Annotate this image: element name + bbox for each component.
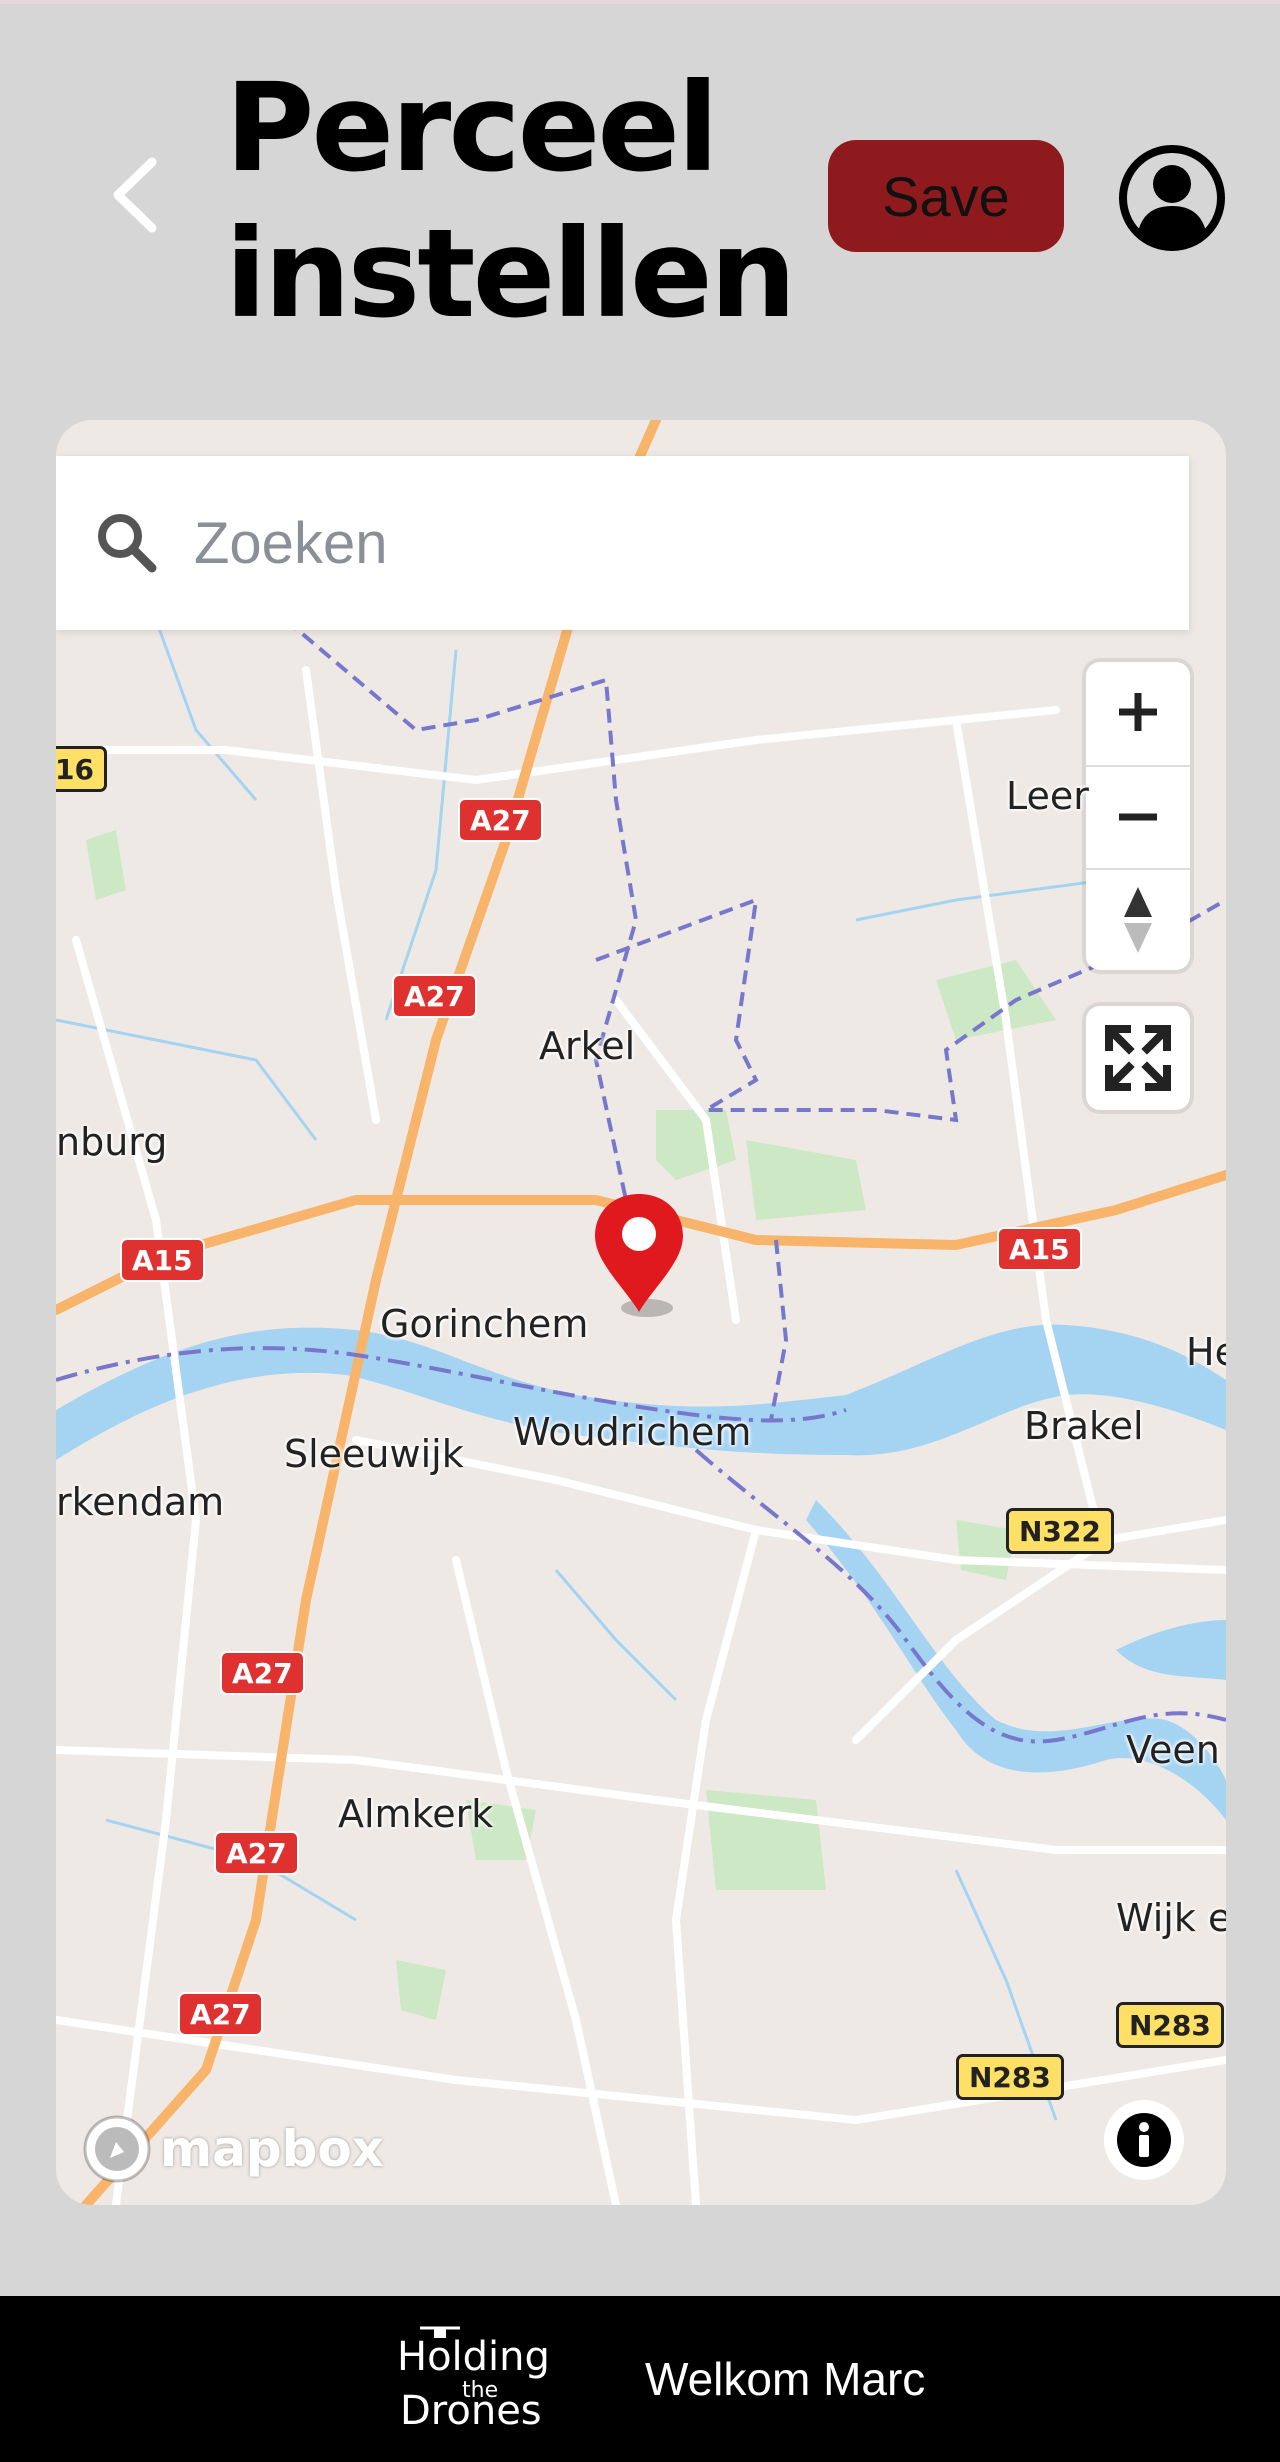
road-shield: N283	[956, 2054, 1064, 2100]
plus-icon	[1119, 693, 1157, 731]
mapbox-icon	[83, 2115, 151, 2183]
minus-icon	[1119, 813, 1157, 821]
fullscreen-icon	[1105, 1025, 1171, 1091]
road-shield: N322	[1006, 1508, 1114, 1554]
info-icon	[1117, 2113, 1171, 2167]
map-search-bar[interactable]	[56, 456, 1189, 630]
search-icon	[98, 514, 157, 573]
map-place-label: nburg	[56, 1120, 168, 1164]
compass-button[interactable]	[1086, 868, 1190, 970]
map-place-label: Sleeuwijk	[284, 1432, 464, 1476]
road-shield: A27	[392, 974, 477, 1018]
welcome-message: Welkom Marc	[645, 2353, 926, 2405]
avatar[interactable]	[1118, 144, 1226, 252]
road-shield: A27	[458, 798, 543, 842]
zoom-out-button[interactable]	[1086, 765, 1190, 867]
map[interactable]: A27 A27 A27 A27 A27 A15 A15 16 N322 N283…	[56, 420, 1226, 2205]
road-shield: 16	[56, 746, 107, 792]
logo-text-holding: Holding	[397, 2334, 550, 2380]
save-button[interactable]: Save	[828, 140, 1064, 252]
footer: Holding the Drones Welkom Marc	[0, 2296, 1280, 2462]
location-pin-icon[interactable]	[589, 1190, 689, 1320]
page-title: Perceel instellen	[225, 57, 797, 345]
user-circle-icon	[1119, 145, 1225, 251]
road-shield: A27	[220, 1651, 305, 1695]
mapbox-wordmark: mapbox	[160, 2120, 385, 2178]
road-shield: A15	[997, 1227, 1082, 1271]
map-place-label: Gorinchem	[380, 1302, 589, 1346]
search-input[interactable]	[192, 508, 1096, 578]
back-button[interactable]	[100, 150, 180, 240]
zoom-controls	[1086, 662, 1190, 970]
compass-icon	[1124, 887, 1152, 953]
map-place-label: Veen	[1126, 1728, 1220, 1772]
map-place-label: Arkel	[539, 1024, 636, 1068]
zoom-in-button[interactable]	[1086, 662, 1190, 762]
road-shield: A27	[178, 1992, 263, 2036]
map-place-label: Woudrichem	[513, 1410, 752, 1454]
road-shield: A27	[214, 1831, 299, 1875]
map-place-label: Brakel	[1024, 1404, 1144, 1448]
map-place-label: He	[1186, 1330, 1226, 1374]
attribution-info-button[interactable]	[1104, 2100, 1184, 2180]
road-shield: A15	[120, 1238, 205, 1282]
map-place-label: Almkerk	[338, 1792, 494, 1836]
map-place-label: Leer	[1006, 774, 1089, 818]
fullscreen-button[interactable]	[1086, 1006, 1190, 1110]
road-shield: N283	[1116, 2002, 1224, 2048]
mapbox-logo: mapbox	[80, 2109, 384, 2189]
status-strip	[0, 0, 1280, 4]
chevron-left-icon	[113, 157, 157, 233]
logo-text-drones: Drones	[400, 2388, 542, 2434]
map-place-label: Wijk e	[1116, 1896, 1226, 1940]
holding-the-drones-logo: Holding the Drones	[392, 2326, 552, 2436]
map-place-label: rkendam	[56, 1480, 225, 1524]
